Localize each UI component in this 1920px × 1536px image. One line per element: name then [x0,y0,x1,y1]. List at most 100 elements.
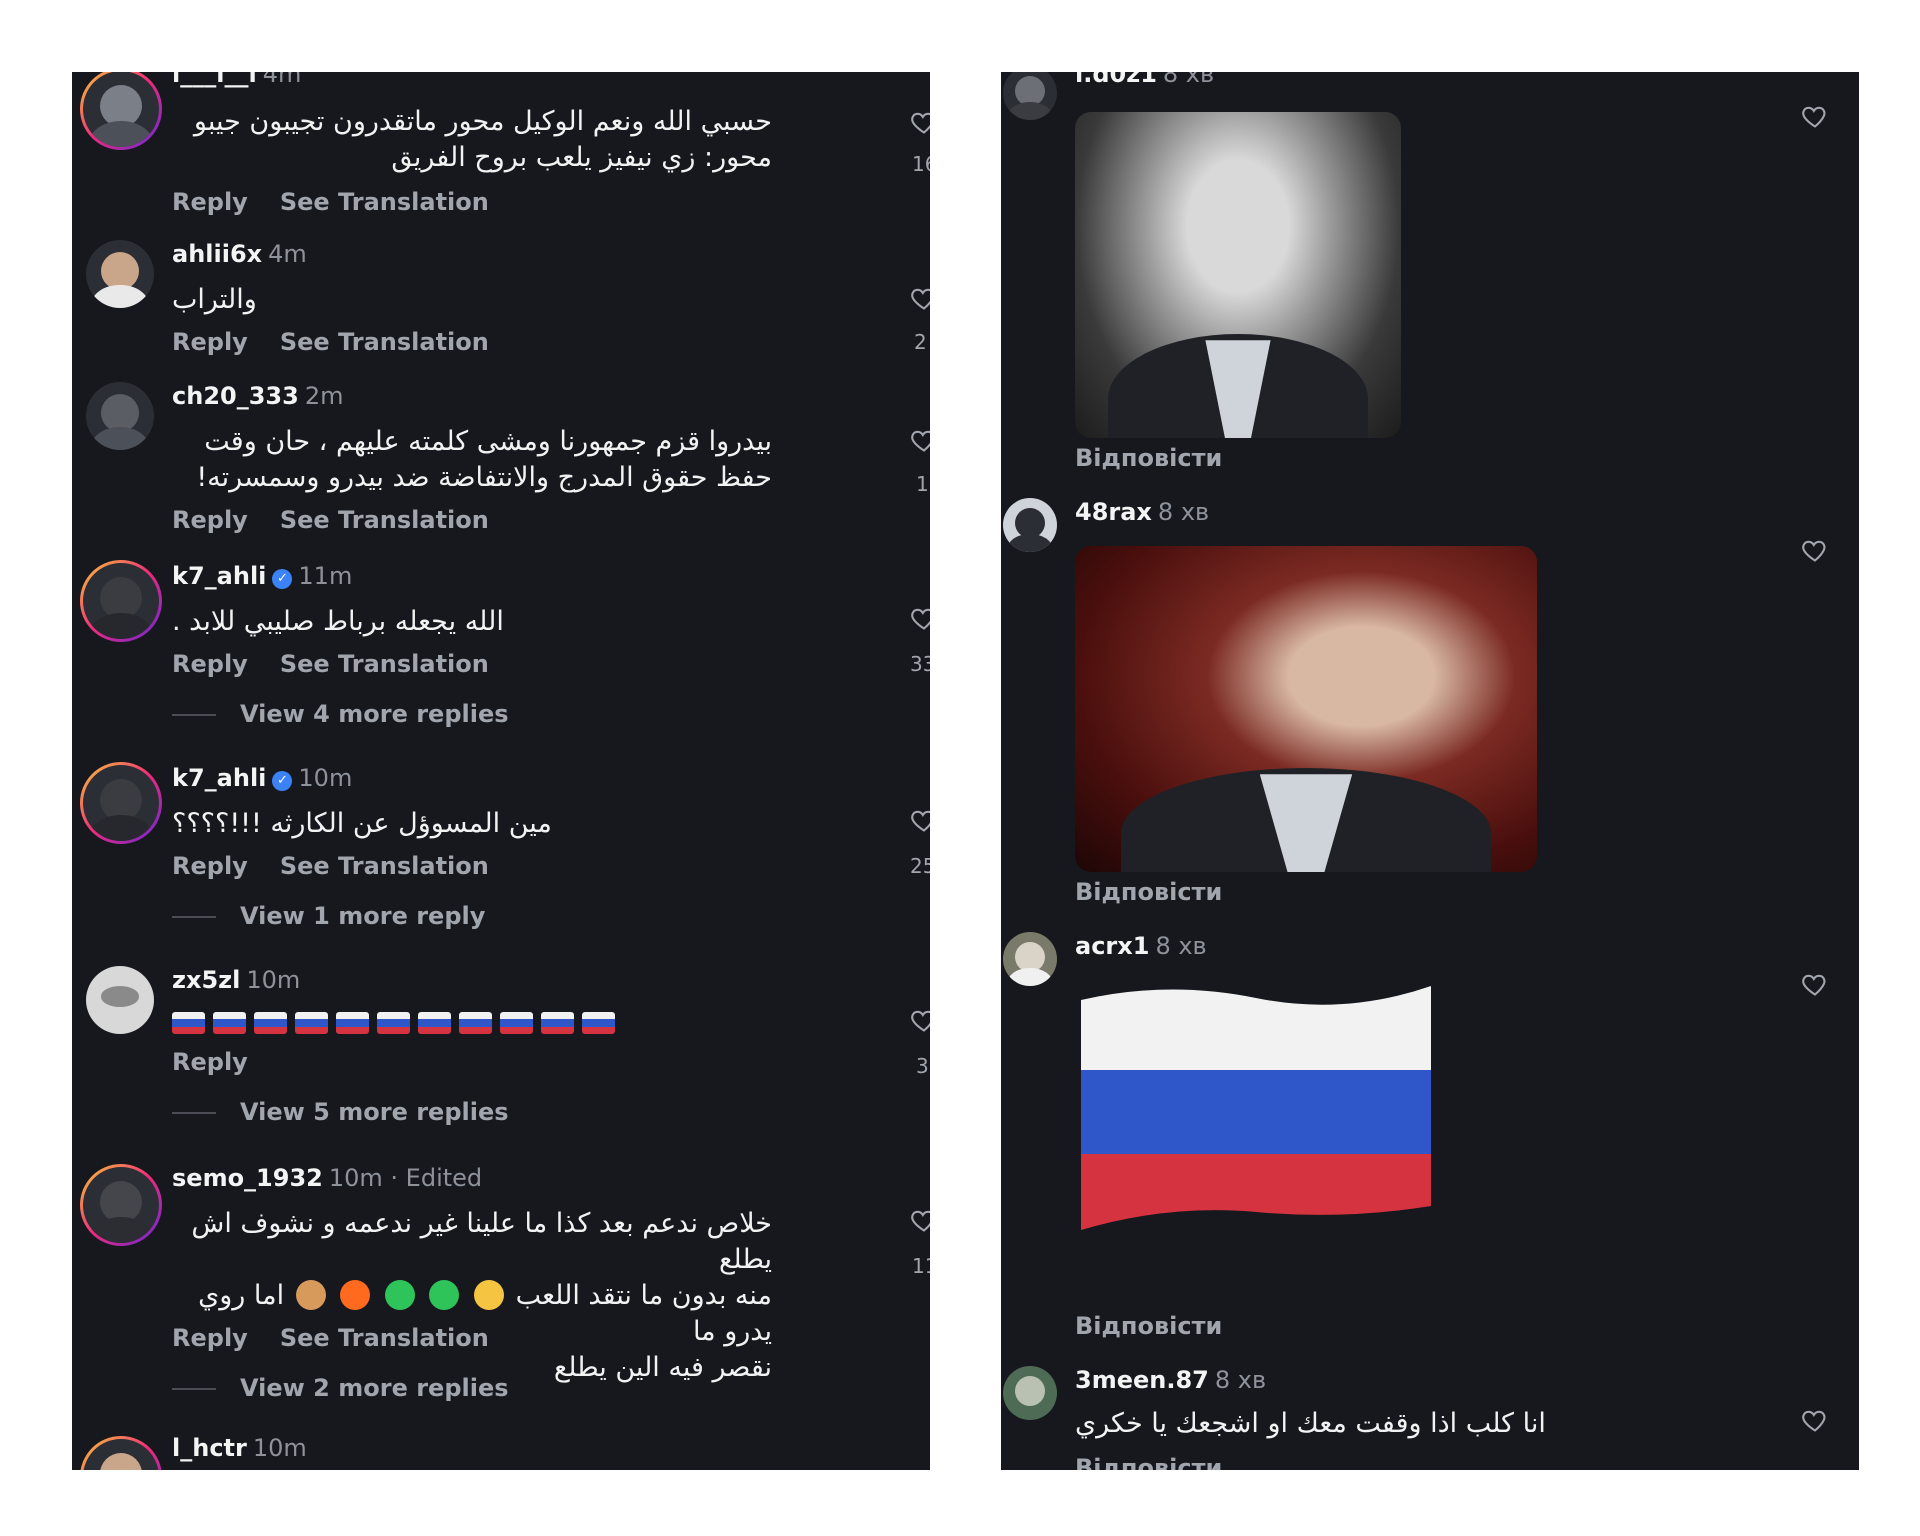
fire-emoji [340,1280,371,1310]
view-more-replies[interactable]: View 5 more replies [172,1098,509,1126]
left-comments-panel: l___l__l 4m حسبي الله ونعم الوكيل محور ما… [72,72,930,1470]
username[interactable]: 3meen.87 [1075,1366,1209,1394]
view-more-replies[interactable]: View 2 more replies [172,1374,509,1402]
russia-flag-emoji [213,1012,246,1034]
username[interactable]: l_hctr [172,1434,247,1462]
avatar[interactable] [80,1436,162,1470]
avatar[interactable] [80,762,162,844]
russia-flag-emoji [172,1012,205,1034]
username[interactable]: 48rax [1075,498,1152,526]
reply-button[interactable]: Відповісти [1075,444,1222,472]
verified-badge-icon: ✓ [272,569,293,589]
like-count: 1 [916,472,929,496]
see-translation-button[interactable]: See Translation [280,506,489,534]
see-translation-button[interactable]: See Translation [280,650,489,678]
like-count: 3 [916,1054,929,1078]
username[interactable]: zx5zl [172,966,240,994]
gif-image[interactable] [1075,546,1537,872]
see-translation-button[interactable]: See Translation [280,852,489,880]
timestamp: 10m [246,966,301,994]
reply-button[interactable]: Reply [172,328,248,356]
username[interactable]: semo_1932 [172,1164,323,1192]
timestamp: 2m [304,382,344,410]
reply-button[interactable]: Reply [172,506,248,534]
username[interactable]: acrx1 [1075,932,1149,960]
heart-icon[interactable] [1801,1406,1829,1434]
heart-icon[interactable] [910,806,930,834]
reply-button[interactable]: Відповісти [1075,1312,1222,1340]
timestamp: 8 хв [1155,932,1207,960]
gif-image[interactable] [1075,112,1401,438]
heart-icon[interactable] [910,426,930,454]
username[interactable]: ahlii6x [172,240,262,268]
see-translation-button[interactable]: See Translation [280,1324,489,1352]
heart-icon[interactable] [910,108,930,136]
russia-flag-emoji [500,1012,533,1034]
reply-button[interactable]: Відповісти [1075,878,1222,906]
avatar[interactable] [80,1164,162,1246]
username[interactable]: l___l__l [172,72,257,88]
russia-flag-emoji [541,1012,574,1034]
heart-icon[interactable] [1801,970,1829,998]
russia-flag-emoji [336,1012,369,1034]
heart-icon[interactable] [910,284,930,312]
like-count: 16 [912,152,930,176]
reply-button[interactable]: Reply [172,1048,248,1076]
avatar[interactable] [80,72,162,150]
flag-emoji-row [172,1012,615,1034]
avatar[interactable] [1003,498,1057,552]
reply-button[interactable]: Відповісти [1075,1454,1222,1470]
timestamp: 10m [252,1434,307,1462]
username[interactable]: k7_ahli [172,562,266,590]
view-more-replies[interactable]: View 1 more reply [172,902,485,930]
comment-text: مين المسوؤل عن الكارثه !!!؟؟؟؟ [172,808,552,839]
timestamp: 8 хв [1214,1366,1267,1394]
green-heart-emoji [429,1280,460,1310]
comment-text: خلاص ندعم بعد كذا ما علينا غير ندعمه و ن… [191,1208,772,1383]
green-heart-emoji [384,1280,415,1310]
russia-flag-emoji [459,1012,492,1034]
view-more-replies[interactable]: View 4 more replies [172,700,509,728]
russia-flag-emoji [418,1012,451,1034]
russian-flag-gif[interactable] [1081,980,1431,1236]
heart-icon[interactable] [1801,536,1829,564]
right-comments-panel: l.d0z1 8 хв Відповісти 48rax 8 хв Відповіс… [1001,72,1859,1470]
see-translation-button[interactable]: See Translation [280,328,489,356]
emoji [474,1280,505,1310]
avatar[interactable] [1003,72,1057,120]
verified-badge-icon: ✓ [272,771,293,791]
reply-button[interactable]: Reply [172,852,248,880]
like-count: 11 [912,1254,930,1278]
comment-text: بيدروا قزم جمهورنا ومشى كلمته عليهم ، حا… [196,426,772,493]
username[interactable]: l.d0z1 [1075,72,1157,88]
comment-text: حسبي الله ونعم الوكيل محور ماتقدرون تجيب… [193,106,772,173]
username[interactable]: ch20_333 [172,382,299,410]
reply-button[interactable]: Reply [172,1324,248,1352]
timestamp: 10m [298,764,353,792]
timestamp: 10m · Edited [328,1164,483,1192]
comment-text: انا كلب اذا وقفت معك او اشجعك يا خكري [1075,1408,1546,1439]
avatar[interactable] [86,966,154,1034]
russia-flag-emoji [295,1012,328,1034]
username[interactable]: k7_ahli [172,764,266,792]
avatar[interactable] [86,240,154,308]
heart-icon[interactable] [910,1206,930,1234]
avatar[interactable] [1003,1366,1057,1420]
reply-button[interactable]: Reply [172,650,248,678]
timestamp: 8 хв [1157,498,1210,526]
heart-icon[interactable] [1801,102,1829,130]
timestamp: 4m [268,240,307,268]
avatar[interactable] [1003,932,1057,986]
russia-flag-emoji [377,1012,410,1034]
heart-icon[interactable] [910,604,930,632]
reply-button[interactable]: Reply [172,188,248,216]
like-count: 33 [910,652,930,676]
heart-icon[interactable] [910,1006,930,1034]
emoji [295,1280,326,1310]
see-translation-button[interactable]: See Translation [280,188,489,216]
russia-flag-emoji [582,1012,615,1034]
russia-flag-emoji [254,1012,287,1034]
avatar[interactable] [86,382,154,450]
avatar[interactable] [80,560,162,642]
like-count: 25 [910,854,930,878]
